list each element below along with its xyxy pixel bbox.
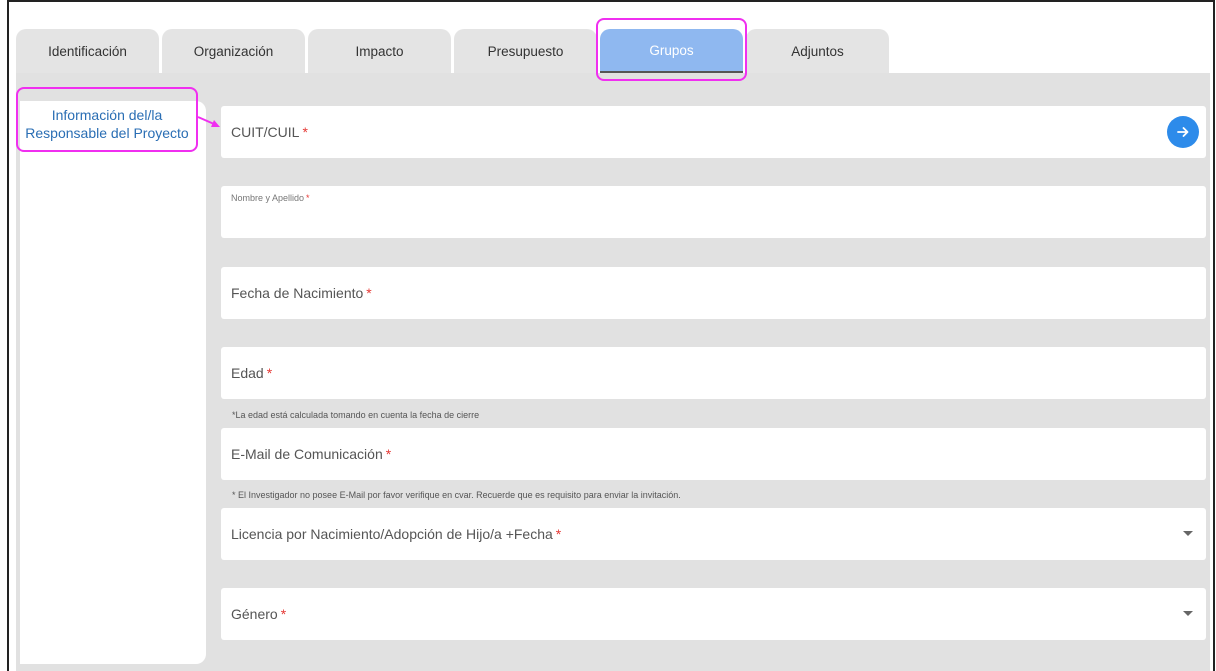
- required-marker: *: [555, 526, 562, 542]
- arrow-right-icon: [1177, 127, 1189, 137]
- email-field[interactable]: E-Mail de Comunicación *: [221, 428, 1206, 480]
- required-marker: *: [280, 606, 287, 622]
- required-marker: *: [306, 193, 310, 203]
- edad-label: Edad: [231, 365, 264, 381]
- email-label: E-Mail de Comunicación: [231, 446, 383, 462]
- nombre-field[interactable]: Nombre y Apellido *: [221, 186, 1206, 238]
- required-marker: *: [266, 365, 273, 381]
- required-marker: *: [302, 124, 308, 140]
- nombre-label: Nombre y Apellido: [231, 193, 305, 203]
- licencia-select[interactable]: Licencia por Nacimiento/Adopción de Hijo…: [221, 508, 1206, 560]
- go-button[interactable]: [1167, 116, 1199, 148]
- cuit-label: CUIT/CUIL: [231, 124, 300, 140]
- email-hint: * El Investigador no posee E-Mail por fa…: [232, 490, 681, 500]
- fecha-nacimiento-field[interactable]: Fecha de Nacimiento *: [221, 267, 1206, 319]
- edad-field[interactable]: Edad *: [221, 347, 1206, 399]
- fecha-label: Fecha de Nacimiento: [231, 285, 364, 301]
- required-marker: *: [385, 446, 392, 462]
- caret-down-icon: [1183, 531, 1193, 536]
- required-marker: *: [366, 285, 372, 301]
- edad-hint: *La edad está calculada tomando en cuent…: [232, 410, 480, 420]
- annotation-arrow-icon: [197, 116, 220, 127]
- genero-select[interactable]: Género *: [221, 588, 1206, 640]
- cuit-field[interactable]: CUIT/CUIL *: [221, 106, 1206, 158]
- licencia-label: Licencia por Nacimiento/Adopción de Hijo…: [231, 526, 553, 542]
- caret-down-icon: [1183, 611, 1193, 616]
- genero-label: Género: [231, 606, 278, 622]
